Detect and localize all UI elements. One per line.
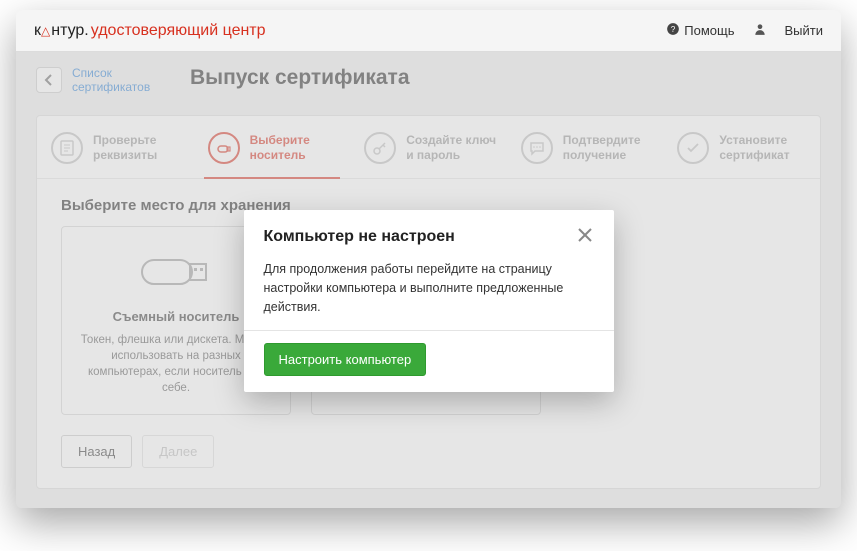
modal: Компьютер не настроен Для продолжения ра… (244, 210, 614, 392)
logout-link[interactable]: Выйти (785, 23, 824, 38)
modal-footer: Настроить компьютер (244, 330, 614, 392)
modal-header: Компьютер не настроен (244, 210, 614, 256)
topbar: к△нтур. удостоверяющий центр ? Помощь Вы… (16, 10, 841, 52)
brand-kontur: к△нтур. (34, 22, 89, 40)
app-window: к△нтур. удостоверяющий центр ? Помощь Вы… (16, 10, 841, 508)
topbar-right: ? Помощь Выйти (666, 22, 823, 39)
modal-body: Для продолжения работы перейдите на стра… (244, 256, 614, 330)
modal-title: Компьютер не настроен (264, 228, 455, 246)
modal-overlay: Компьютер не настроен Для продолжения ра… (16, 52, 841, 508)
help-link[interactable]: ? Помощь (666, 22, 734, 39)
help-label: Помощь (684, 23, 734, 38)
svg-text:?: ? (671, 25, 676, 34)
brand-sub: удостоверяющий центр (91, 22, 266, 40)
configure-button[interactable]: Настроить компьютер (264, 343, 427, 376)
brand: к△нтур. удостоверяющий центр (34, 22, 266, 40)
close-icon[interactable] (576, 226, 594, 248)
help-icon: ? (666, 22, 680, 39)
user-icon[interactable] (753, 22, 767, 39)
